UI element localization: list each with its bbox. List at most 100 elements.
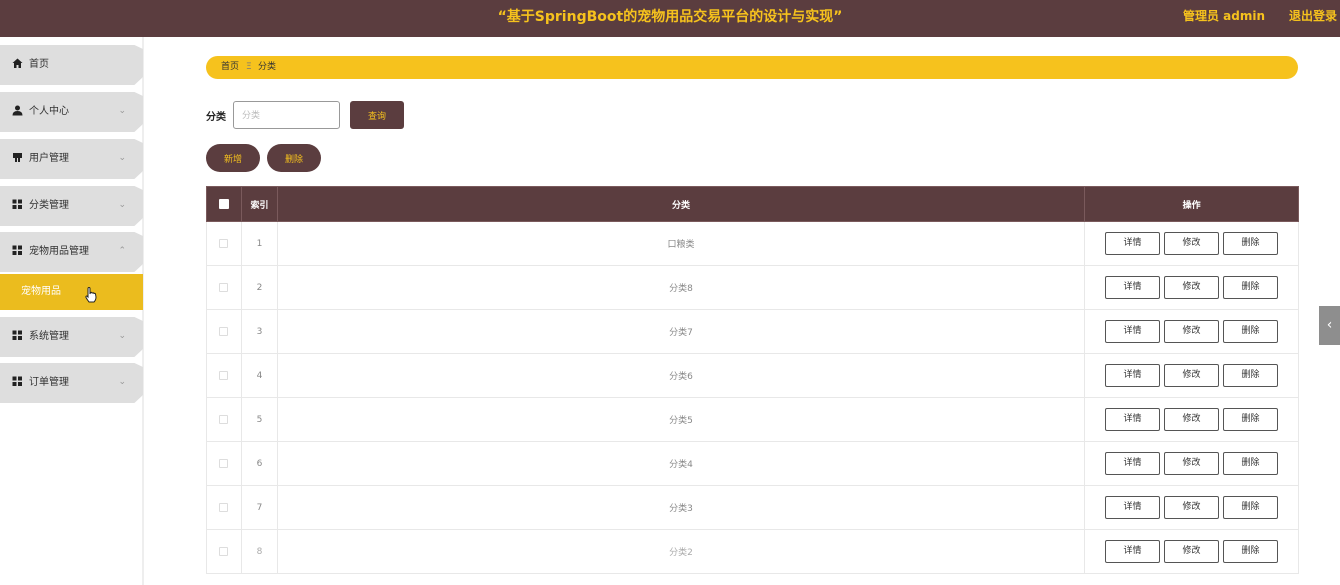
category-cell: 分类3 bbox=[276, 485, 1086, 530]
row-delete-button[interactable]: 删除 bbox=[1223, 364, 1279, 387]
users-icon bbox=[12, 152, 23, 164]
home-icon bbox=[12, 58, 23, 70]
index-cell: 4 bbox=[240, 353, 278, 398]
column-header-operations: 操作 bbox=[1084, 186, 1299, 222]
row-checkbox[interactable] bbox=[219, 546, 229, 556]
row-checkbox[interactable] bbox=[219, 326, 229, 336]
index-cell: 8 bbox=[240, 529, 278, 574]
detail-button[interactable]: 详情 bbox=[1105, 232, 1161, 255]
sidebar-item-label: 订单管理 bbox=[29, 377, 69, 388]
edit-button[interactable]: 修改 bbox=[1164, 496, 1220, 519]
detail-button[interactable]: 详情 bbox=[1105, 364, 1161, 387]
grid-icon bbox=[12, 376, 23, 388]
table-row: 6 分类4 详情 修改 删除 bbox=[206, 441, 1299, 486]
sidebar-item-personal-center[interactable]: 个人中心 ⌄ bbox=[0, 92, 143, 132]
chevron-down-icon: ⌄ bbox=[118, 106, 126, 116]
sidebar-item-label: 用户管理 bbox=[29, 153, 69, 164]
sidebar-item-user-management[interactable]: 用户管理 ⌄ bbox=[0, 139, 143, 179]
breadcrumb-home[interactable]: 首页 bbox=[221, 56, 239, 79]
detail-button[interactable]: 详情 bbox=[1105, 540, 1161, 563]
chevron-down-icon: ⌄ bbox=[118, 331, 126, 341]
row-checkbox[interactable] bbox=[219, 414, 229, 424]
row-checkbox[interactable] bbox=[219, 502, 229, 512]
row-checkbox-cell[interactable] bbox=[206, 441, 242, 486]
sidebar: 首页 个人中心 ⌄ 用户管理 ⌄ 分类管理 ⌄ 宠物用品管理 ⌃ 宠物用品 系统… bbox=[0, 37, 144, 585]
sidebar-item-pet-supplies-management[interactable]: 宠物用品管理 ⌃ bbox=[0, 232, 143, 272]
sidebar-item-system-management[interactable]: 系统管理 ⌄ bbox=[0, 317, 143, 357]
row-checkbox-cell[interactable] bbox=[206, 529, 242, 574]
edit-button[interactable]: 修改 bbox=[1164, 452, 1220, 475]
row-checkbox-cell[interactable] bbox=[206, 309, 242, 354]
select-all-header[interactable] bbox=[206, 186, 242, 222]
operations-cell: 详情 修改 删除 bbox=[1084, 309, 1299, 354]
sidebar-subitem-pet-supplies[interactable]: 宠物用品 bbox=[0, 274, 143, 310]
table-row: 7 分类3 详情 修改 删除 bbox=[206, 485, 1299, 530]
category-cell: 分类2 bbox=[276, 529, 1086, 574]
row-checkbox[interactable] bbox=[219, 458, 229, 468]
sidebar-item-order-management[interactable]: 订单管理 ⌄ bbox=[0, 363, 143, 403]
row-checkbox[interactable] bbox=[219, 282, 229, 292]
chevron-up-icon: ⌃ bbox=[118, 246, 126, 256]
edit-button[interactable]: 修改 bbox=[1164, 232, 1220, 255]
sidebar-item-label: 宠物用品管理 bbox=[29, 246, 89, 257]
search-label: 分类 bbox=[206, 112, 226, 123]
query-button[interactable]: 查询 bbox=[350, 101, 404, 129]
row-checkbox[interactable] bbox=[219, 238, 229, 248]
delete-button[interactable]: 删除 bbox=[267, 144, 321, 172]
table-row: 2 分类8 详情 修改 删除 bbox=[206, 265, 1299, 310]
table-row: 3 分类7 详情 修改 删除 bbox=[206, 309, 1299, 354]
sidebar-subitem-label: 宠物用品 bbox=[21, 286, 61, 297]
edit-button[interactable]: 修改 bbox=[1164, 408, 1220, 431]
select-all-checkbox[interactable] bbox=[218, 198, 229, 209]
grid-icon bbox=[12, 330, 23, 342]
operations-cell: 详情 修改 删除 bbox=[1084, 397, 1299, 442]
operations-cell: 详情 修改 删除 bbox=[1084, 353, 1299, 398]
index-cell: 2 bbox=[240, 265, 278, 310]
column-header-index: 索引 bbox=[240, 186, 278, 222]
row-delete-button[interactable]: 删除 bbox=[1223, 408, 1279, 431]
column-header-category: 分类 bbox=[276, 186, 1086, 222]
row-checkbox-cell[interactable] bbox=[206, 221, 242, 266]
sidebar-item-category-management[interactable]: 分类管理 ⌄ bbox=[0, 186, 143, 226]
edit-button[interactable]: 修改 bbox=[1164, 540, 1220, 563]
row-delete-button[interactable]: 删除 bbox=[1223, 232, 1279, 255]
detail-button[interactable]: 详情 bbox=[1105, 408, 1161, 431]
logout-link[interactable]: 退出登录 bbox=[1289, 0, 1337, 33]
row-delete-button[interactable]: 删除 bbox=[1223, 540, 1279, 563]
sidebar-item-home[interactable]: 首页 bbox=[0, 45, 143, 85]
operations-cell: 详情 修改 删除 bbox=[1084, 485, 1299, 530]
row-checkbox-cell[interactable] bbox=[206, 353, 242, 398]
current-user: 管理员 admin bbox=[1182, 9, 1265, 23]
row-checkbox[interactable] bbox=[219, 370, 229, 380]
side-panel-toggle[interactable]: ‹ bbox=[1319, 306, 1340, 345]
row-delete-button[interactable]: 删除 bbox=[1223, 496, 1279, 519]
category-search-input[interactable] bbox=[233, 101, 340, 129]
category-cell: 分类6 bbox=[276, 353, 1086, 398]
category-cell: 分类5 bbox=[276, 397, 1086, 442]
grid-icon bbox=[12, 199, 23, 211]
edit-button[interactable]: 修改 bbox=[1164, 276, 1220, 299]
row-delete-button[interactable]: 删除 bbox=[1223, 276, 1279, 299]
table-row: 5 分类5 详情 修改 删除 bbox=[206, 397, 1299, 442]
grid-icon bbox=[12, 245, 23, 257]
table-header-row: 索引 分类 操作 bbox=[206, 186, 1299, 222]
chevron-down-icon: ⌄ bbox=[118, 377, 126, 387]
category-table: 索引 分类 操作 1 口粮类 详情 修改 删除 2 分类8 详情 修改 删除 3 分类7 详情 修改 删除 4… bbox=[206, 186, 1299, 574]
detail-button[interactable]: 详情 bbox=[1105, 452, 1161, 475]
edit-button[interactable]: 修改 bbox=[1164, 320, 1220, 343]
add-button[interactable]: 新增 bbox=[206, 144, 260, 172]
detail-button[interactable]: 详情 bbox=[1105, 496, 1161, 519]
sidebar-item-label: 分类管理 bbox=[29, 200, 69, 211]
chevron-down-icon: ⌄ bbox=[118, 200, 126, 210]
row-delete-button[interactable]: 删除 bbox=[1223, 452, 1279, 475]
sidebar-item-label: 个人中心 bbox=[29, 106, 69, 117]
edit-button[interactable]: 修改 bbox=[1164, 364, 1220, 387]
row-delete-button[interactable]: 删除 bbox=[1223, 320, 1279, 343]
row-checkbox-cell[interactable] bbox=[206, 485, 242, 530]
detail-button[interactable]: 详情 bbox=[1105, 320, 1161, 343]
row-checkbox-cell[interactable] bbox=[206, 397, 242, 442]
hand-pointer-icon bbox=[84, 286, 98, 307]
detail-button[interactable]: 详情 bbox=[1105, 276, 1161, 299]
operations-cell: 详情 修改 删除 bbox=[1084, 529, 1299, 574]
row-checkbox-cell[interactable] bbox=[206, 265, 242, 310]
